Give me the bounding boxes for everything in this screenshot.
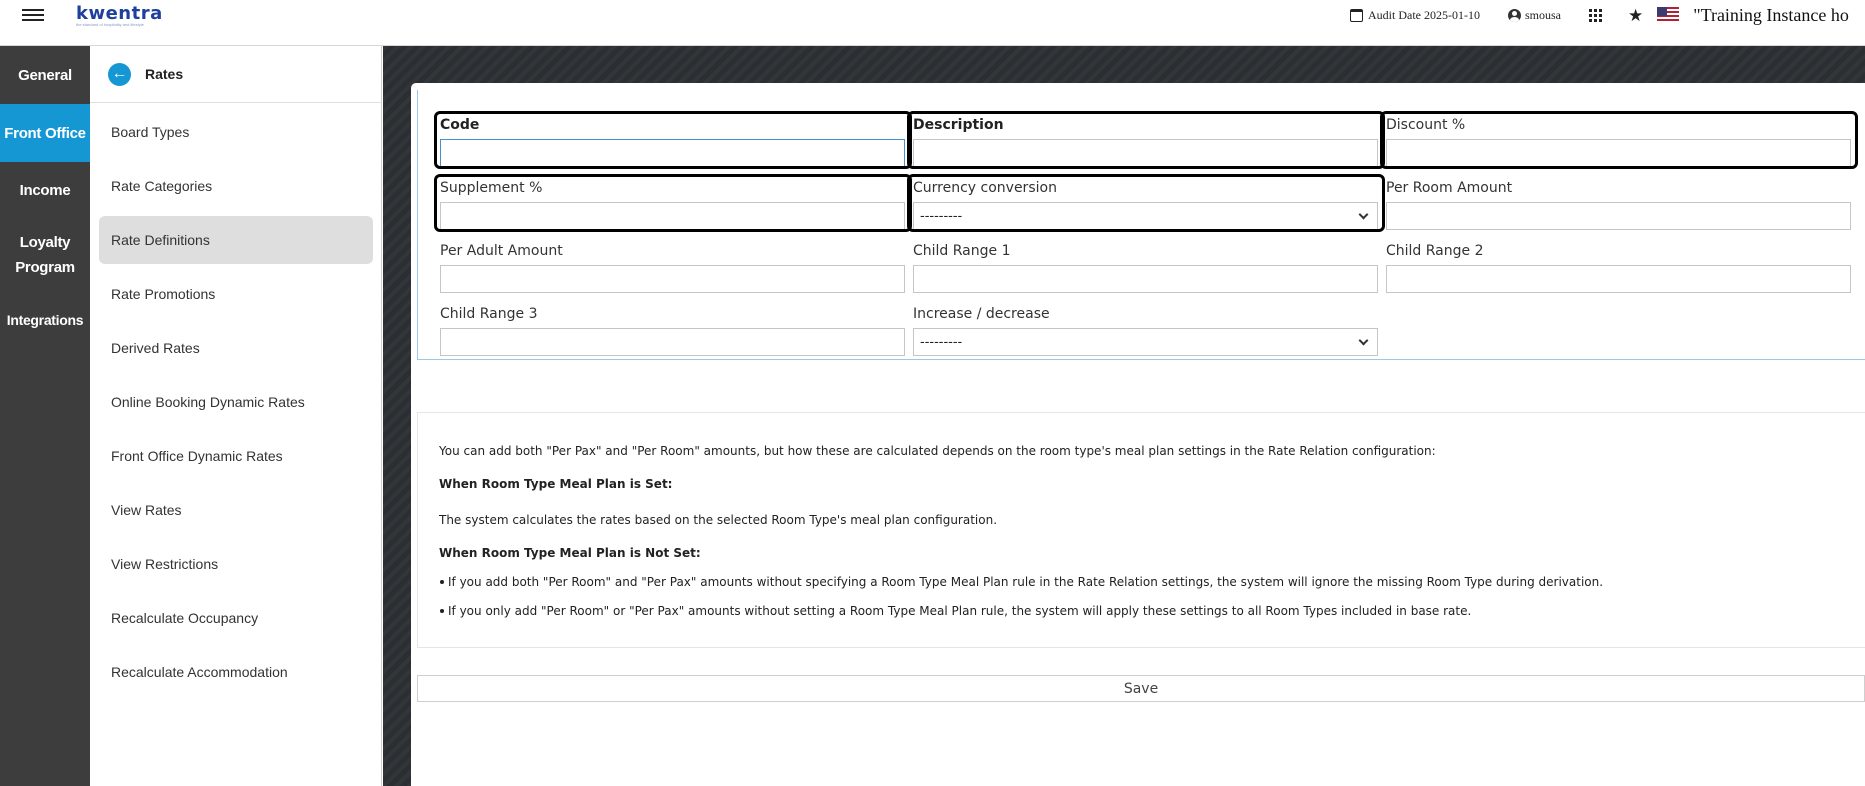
user-menu[interactable]: smousa	[1507, 7, 1561, 23]
account-icon	[1507, 8, 1521, 22]
discount-label: Discount %	[1386, 117, 1466, 133]
submenu-item-recalculate-occupancy[interactable]: Recalculate Occupancy	[99, 594, 373, 642]
audit-date[interactable]: Audit Date 2025-01-10	[1350, 8, 1480, 23]
description-label: Description	[913, 117, 1004, 133]
child-range-2-field-group: Child Range 2	[1386, 243, 1851, 293]
submenu-item-board-types[interactable]: Board Types	[99, 108, 373, 156]
info-intro: You can add both "Per Pax" and "Per Room…	[439, 444, 1436, 458]
discount-field-group: Discount %	[1386, 117, 1851, 167]
submenu-title: Rates	[145, 66, 184, 82]
logo[interactable]: kwentra the standard of hospitality and …	[76, 3, 163, 27]
nav-integrations[interactable]: Integrations	[0, 292, 90, 348]
meal-plan-info: You can add both "Per Pax" and "Per Room…	[417, 412, 1865, 648]
nav-general[interactable]: General	[0, 46, 90, 104]
nav-income[interactable]: Income	[0, 162, 90, 218]
us-flag-icon[interactable]	[1657, 7, 1680, 23]
currency-conversion-label: Currency conversion	[913, 180, 1057, 196]
submenu-item-recalculate-accommodation[interactable]: Recalculate Accommodation	[99, 648, 373, 696]
chevron-down-icon	[1358, 209, 1369, 219]
increase-decrease-value: ---------	[920, 334, 963, 350]
child-range-1-input[interactable]	[913, 265, 1378, 293]
description-input[interactable]	[913, 139, 1378, 167]
submenu-item-front-office-dynamic-rates[interactable]: Front Office Dynamic Rates	[99, 432, 373, 480]
child-range-3-input[interactable]	[440, 328, 905, 356]
info-bullet: If you only add "Per Room" or "Per Pax" …	[439, 604, 1472, 618]
submenu-item-derived-rates[interactable]: Derived Rates	[99, 324, 373, 372]
rates-submenu: ← Rates Board Types Rate Categories Rate…	[90, 46, 382, 786]
child-range-1-field-group: Child Range 1	[913, 243, 1378, 293]
submenu-item-rate-categories[interactable]: Rate Categories	[99, 162, 373, 210]
increase-decrease-field-group: Increase / decrease ---------	[913, 306, 1378, 356]
child-range-2-label: Child Range 2	[1386, 243, 1484, 259]
supplement-input[interactable]	[440, 202, 905, 230]
child-range-1-label: Child Range 1	[913, 243, 1011, 259]
main-nav: General Front Office Income Loyalty Prog…	[0, 46, 90, 786]
per-adult-amount-field-group: Per Adult Amount	[440, 243, 905, 293]
instance-name: "Training Instance ho	[1693, 4, 1849, 25]
info-set-text: The system calculates the rates based on…	[439, 513, 998, 527]
submenu-item-view-rates[interactable]: View Rates	[99, 486, 373, 534]
star-icon[interactable]: ★	[1628, 7, 1643, 24]
top-bar: kwentra the standard of hospitality and …	[0, 0, 1865, 46]
child-range-2-input[interactable]	[1386, 265, 1851, 293]
submenu-item-online-booking-dynamic-rates[interactable]: Online Booking Dynamic Rates	[99, 378, 373, 426]
code-field-group: Code	[440, 117, 905, 167]
child-range-3-label: Child Range 3	[440, 306, 538, 322]
nav-loyalty-program[interactable]: Loyalty Program	[0, 218, 90, 292]
per-adult-amount-label: Per Adult Amount	[440, 243, 563, 259]
submenu-item-rate-promotions[interactable]: Rate Promotions	[99, 270, 373, 318]
content-panel: Code Description Discount % Supplement %…	[411, 83, 1865, 786]
menu-icon[interactable]	[22, 6, 44, 24]
info-set-heading: When Room Type Meal Plan is Set:	[439, 477, 673, 491]
submenu-header: ← Rates	[90, 46, 381, 103]
code-input[interactable]	[440, 139, 905, 167]
submenu-item-rate-definitions[interactable]: Rate Definitions	[99, 216, 373, 264]
main-content: Code Description Discount % Supplement %…	[383, 46, 1865, 786]
nav-front-office[interactable]: Front Office	[0, 104, 90, 162]
back-arrow-icon[interactable]: ←	[108, 62, 131, 86]
increase-decrease-select[interactable]: ---------	[913, 328, 1378, 356]
per-room-amount-label: Per Room Amount	[1386, 180, 1513, 196]
username: smousa	[1524, 7, 1561, 22]
supplement-field-group: Supplement %	[440, 180, 905, 230]
discount-input[interactable]	[1386, 139, 1851, 167]
per-room-amount-field-group: Per Room Amount	[1386, 180, 1851, 230]
per-adult-amount-input[interactable]	[440, 265, 905, 293]
audit-date-text: Audit Date 2025-01-10	[1368, 7, 1480, 22]
info-not-set-heading: When Room Type Meal Plan is Not Set:	[439, 546, 701, 560]
chevron-down-icon	[1358, 335, 1369, 345]
currency-conversion-field-group: Currency conversion ---------	[913, 180, 1378, 230]
currency-conversion-select[interactable]: ---------	[913, 202, 1378, 230]
code-label: Code	[440, 117, 480, 133]
apps-grid-icon[interactable]	[1588, 8, 1602, 22]
rate-definition-form: Code Description Discount % Supplement %…	[417, 90, 1865, 360]
top-right-toolbar: Audit Date 2025-01-10 smousa ★ "Training…	[1350, 0, 1849, 30]
logo-text: kwentra	[76, 3, 163, 24]
info-bullet: If you add both "Per Room" and "Per Pax"…	[439, 575, 1604, 589]
save-button[interactable]: Save	[417, 675, 1865, 702]
supplement-label: Supplement %	[440, 180, 543, 196]
per-room-amount-input[interactable]	[1386, 202, 1851, 230]
submenu-item-view-restrictions[interactable]: View Restrictions	[99, 540, 373, 588]
description-field-group: Description	[913, 117, 1378, 167]
increase-decrease-label: Increase / decrease	[913, 306, 1050, 322]
currency-conversion-value: ---------	[920, 208, 963, 224]
calendar-icon	[1350, 8, 1363, 22]
child-range-3-field-group: Child Range 3	[440, 306, 905, 356]
